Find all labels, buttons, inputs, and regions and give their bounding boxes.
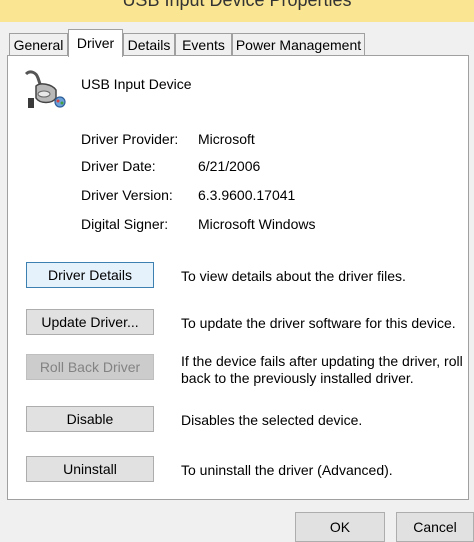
update-driver-description: To update the driver software for this d… (181, 315, 456, 331)
tab-general[interactable]: General (9, 33, 68, 55)
uninstall-description: To uninstall the driver (Advanced). (181, 462, 393, 478)
cancel-button[interactable]: Cancel (396, 512, 474, 542)
roll-back-description-line-2: back to the previously installed driver. (181, 370, 414, 386)
window-title: USB Input Device Properties (122, 0, 352, 10)
tab-details[interactable]: Details (123, 33, 175, 55)
update-driver-button[interactable]: Update Driver... (26, 309, 154, 335)
title-bar[interactable]: USB Input Device Properties (0, 0, 474, 22)
roll-back-driver-description: If the device fails after updating the d… (181, 353, 463, 387)
driver-version-label: Driver Version: (81, 187, 173, 203)
driver-details-button[interactable]: Driver Details (26, 262, 154, 288)
driver-date-label: Driver Date: (81, 158, 156, 174)
uninstall-button[interactable]: Uninstall (26, 456, 154, 482)
roll-back-driver-button[interactable]: Roll Back Driver (26, 354, 154, 380)
game-controller-icon (22, 68, 66, 112)
digital-signer-value: Microsoft Windows (198, 216, 316, 232)
driver-version-value: 6.3.9600.17041 (198, 187, 296, 203)
tab-driver[interactable]: Driver (68, 29, 123, 57)
driver-details-description: To view details about the driver files. (181, 268, 406, 284)
ok-button[interactable]: OK (295, 512, 385, 542)
driver-date-value: 6/21/2006 (198, 158, 261, 174)
driver-provider-value: Microsoft (198, 131, 255, 147)
digital-signer-label: Digital Signer: (81, 216, 169, 232)
disable-description: Disables the selected device. (181, 412, 363, 428)
driver-provider-label: Driver Provider: (81, 131, 179, 147)
roll-back-description-line-1: If the device fails after updating the d… (181, 353, 463, 369)
disable-button[interactable]: Disable (26, 406, 154, 432)
tab-power-management[interactable]: Power Management (232, 33, 365, 55)
tab-events[interactable]: Events (175, 33, 232, 55)
device-name: USB Input Device (81, 76, 192, 92)
